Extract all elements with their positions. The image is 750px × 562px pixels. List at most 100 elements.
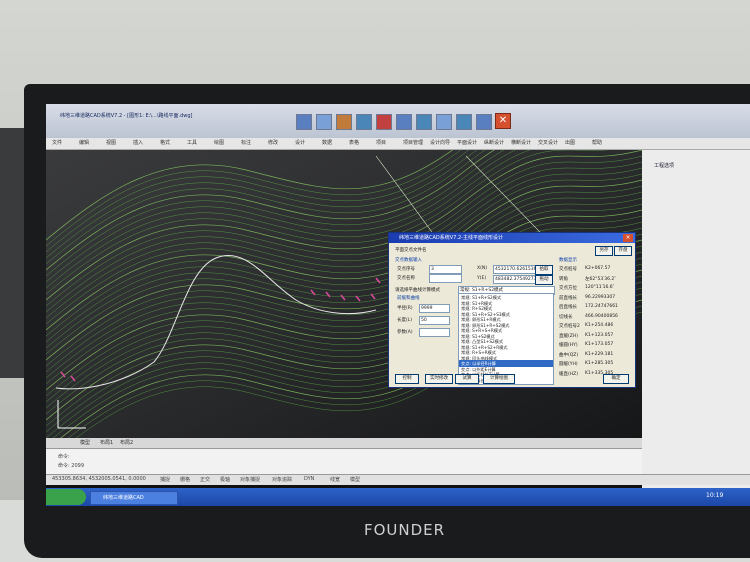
clock: 10:19 xyxy=(706,492,724,499)
status-bar: 453305.8634, 4532005.0541, 0.0000 捕捉 栅格 正交 极… xyxy=(46,474,750,485)
radius-field[interactable]: 9999 xyxy=(419,304,450,313)
point-name-field[interactable] xyxy=(429,274,462,283)
data-value: K1+229.181 xyxy=(585,351,614,357)
window-title: 纬地三维道路CAD系统V7.2 - [图形1: E:\...\路线平面.dwg] xyxy=(60,113,193,119)
dialog-button[interactable]: 计算绘图 xyxy=(483,374,515,384)
monitor-brand: FOUNDER xyxy=(364,521,446,539)
dialog-button[interactable]: 实时修改 xyxy=(425,374,453,384)
menu-item[interactable]: 设计向导 xyxy=(430,139,450,146)
y-label: Y(E) xyxy=(477,276,487,281)
menu-item[interactable]: 帮助 xyxy=(592,139,602,146)
data-label: 圆缓(YH) xyxy=(559,362,578,367)
menu-item[interactable]: 标注 xyxy=(241,139,251,146)
layout-tab[interactable]: 布局1 xyxy=(100,439,113,446)
data-value: K1+123.057 xyxy=(585,332,614,338)
save-as-button[interactable]: 另存 xyxy=(595,246,613,256)
close-icon[interactable]: ✕ xyxy=(495,113,511,129)
menu-item[interactable]: 数据 xyxy=(322,139,332,146)
profile-tool-icon[interactable] xyxy=(336,114,352,130)
menu-item[interactable]: 文件 xyxy=(52,139,62,146)
status-item[interactable]: 模型 xyxy=(350,476,360,483)
command-window[interactable]: 命令: 命令: 2099 xyxy=(46,448,642,475)
data-section-label: 数据显示 xyxy=(559,258,577,263)
close-icon[interactable]: × xyxy=(623,234,633,242)
menu-item[interactable]: 项目 xyxy=(376,139,386,146)
menu-item[interactable]: 平面设计 xyxy=(457,139,477,146)
command-input[interactable]: 命令: 2099 xyxy=(58,462,84,469)
status-item[interactable]: 线宽 xyxy=(330,476,340,483)
taskbar-app-label: 纬地三维道路CAD xyxy=(103,495,144,501)
status-item[interactable]: 对象捕捉 xyxy=(240,476,260,483)
data-label: 交点桩号2 xyxy=(559,324,580,329)
menu-item[interactable]: 插入 xyxy=(133,139,143,146)
point-name-label: 交点名称 xyxy=(397,276,415,281)
point-no-field[interactable]: 3 xyxy=(429,265,462,274)
curve-tool-icon[interactable] xyxy=(316,114,332,130)
layout-tabs: 模型 布局1 布局2 xyxy=(46,438,642,448)
menu-item[interactable]: 绘图 xyxy=(214,139,224,146)
mode-dropdown-list[interactable]: 常规: S1+R+S2模式 常规: S1+R模式 常规: R+S2模式 常规: S1+… xyxy=(458,293,554,385)
table-icon[interactable] xyxy=(376,114,392,130)
y-field[interactable]: 483482.37549273 xyxy=(493,275,536,284)
menu-item[interactable]: 横断设计 xyxy=(511,139,531,146)
status-item[interactable]: 正交 xyxy=(200,476,210,483)
data-value: 120°11′16.6″ xyxy=(585,285,615,290)
length-field[interactable]: 50 xyxy=(419,316,450,325)
x-field[interactable]: 4532170.6261536 xyxy=(493,265,536,274)
data-label: 切线长 xyxy=(559,314,573,320)
cross-section-icon[interactable] xyxy=(356,114,372,130)
point-section-label: 交点数据输入 xyxy=(395,258,422,263)
start-button[interactable] xyxy=(46,489,86,505)
screen: 纬地三维道路CAD系统V7.2 - [图形1: E:\...\路线平面.dwg]… xyxy=(46,104,750,506)
status-item[interactable]: 捕捉 xyxy=(160,476,170,483)
menu-item[interactable]: 视图 xyxy=(106,139,116,146)
help-icon[interactable] xyxy=(476,114,492,130)
menu-item[interactable]: 设计 xyxy=(295,139,305,146)
layout-tab[interactable]: 布局2 xyxy=(120,439,133,446)
dialog-button[interactable]: 确定 xyxy=(603,374,629,384)
data-label: 缓圆(HY) xyxy=(559,343,578,348)
menu-item[interactable]: 工具 xyxy=(187,139,197,146)
data-label: 缓直(HZ) xyxy=(559,371,578,377)
length-label: 长度(L) xyxy=(397,318,413,323)
menu-item[interactable]: 交叉设计 xyxy=(538,139,558,146)
status-item[interactable]: 对象追踪 xyxy=(272,476,292,483)
save-button[interactable]: 存盘 xyxy=(614,246,632,256)
status-item: 453305.8634, 4532005.0541, 0.0000 xyxy=(52,476,146,482)
line-tool-icon[interactable] xyxy=(296,114,312,130)
layer-icon[interactable] xyxy=(396,114,412,130)
menu-item[interactable]: 纵断设计 xyxy=(484,139,504,146)
point-no-label: 交点序号 xyxy=(397,267,415,272)
dialog-title-bar: 纬地三维道路CAD系统V7.2-主线平面线形设计 × xyxy=(389,233,635,243)
layout-tab[interactable]: 模型 xyxy=(80,439,90,446)
param-label: 参数(A) xyxy=(397,330,413,335)
status-item[interactable]: DYN xyxy=(304,476,314,482)
dialog-title: 纬地三维道路CAD系统V7.2-主线平面线形设计 xyxy=(399,235,503,241)
data-value: K1+285.305 xyxy=(585,361,614,366)
status-item[interactable]: 栅格 xyxy=(180,476,190,483)
dialog-button[interactable]: 控制 xyxy=(395,374,419,384)
dialog-button[interactable]: 试算 xyxy=(455,374,479,384)
menu-item[interactable]: 出图 xyxy=(565,139,575,146)
menu-item[interactable]: 修改 xyxy=(268,139,278,146)
status-item[interactable]: 极轴 xyxy=(220,476,230,483)
menu-item[interactable]: 编辑 xyxy=(79,139,89,146)
right-side-panel: 工程选项 xyxy=(642,150,750,506)
data-value: K1+254.486 xyxy=(585,323,614,328)
panel-title: 工程选项 xyxy=(654,163,675,169)
drag-button[interactable]: 拖动 xyxy=(535,275,553,285)
menu-item[interactable]: 项目管理 xyxy=(403,139,423,146)
menu-item[interactable]: 表格 xyxy=(349,139,359,146)
data-label: 交点桩号 xyxy=(559,267,577,272)
file-label: 平面交点文件名 xyxy=(395,248,427,253)
report-icon[interactable] xyxy=(436,114,452,130)
menu-item[interactable]: 格式 xyxy=(160,139,170,146)
taskbar-app[interactable]: 纬地三维道路CAD xyxy=(90,491,178,505)
data-value: 172.24747661 xyxy=(585,304,618,309)
pick-button[interactable]: 拾取 xyxy=(535,265,553,275)
alignment-design-dialog: 纬地三维道路CAD系统V7.2-主线平面线形设计 × 平面交点文件名 另存 存盘… xyxy=(388,232,636,388)
setup-icon[interactable] xyxy=(456,114,472,130)
data-label: 曲中(QZ) xyxy=(559,352,579,358)
param-field[interactable] xyxy=(419,328,450,337)
view-icon[interactable] xyxy=(416,114,432,130)
